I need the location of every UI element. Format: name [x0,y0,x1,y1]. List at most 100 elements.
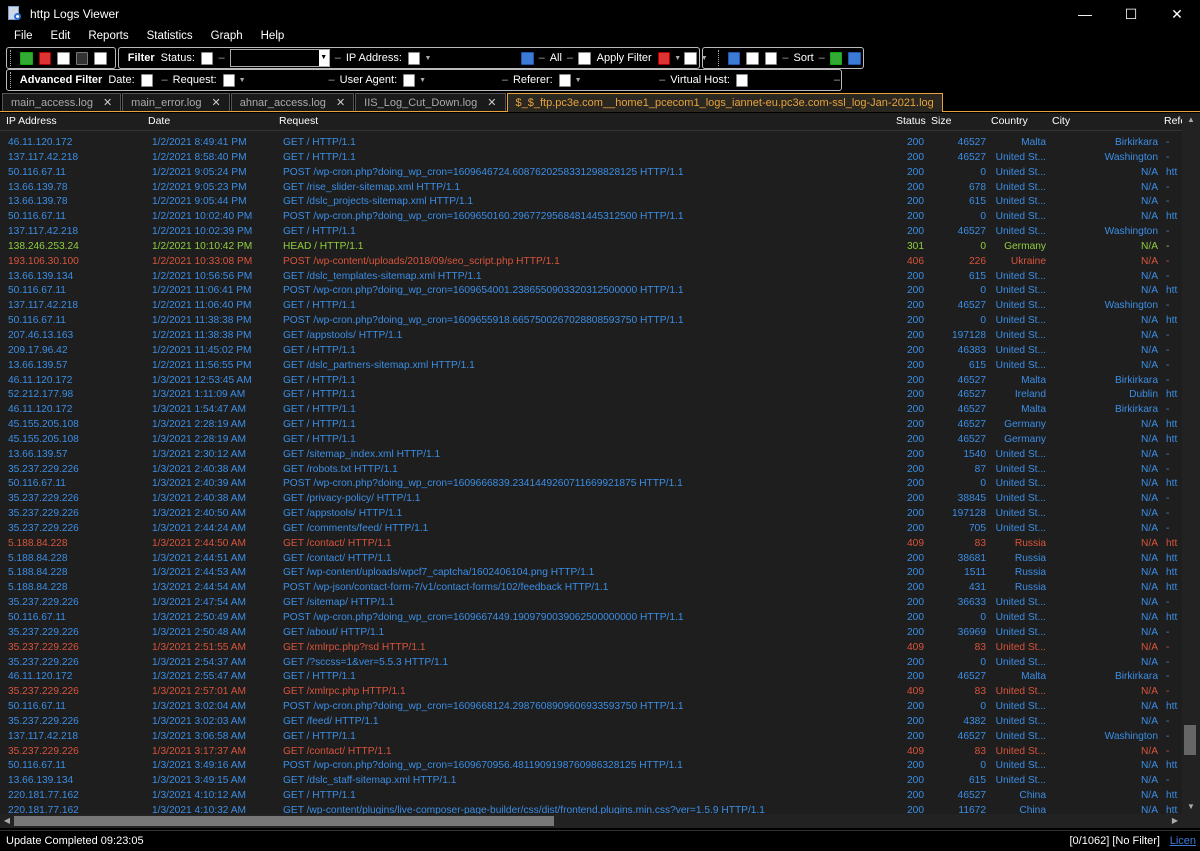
column-header-ip[interactable]: IP Address [6,115,57,127]
menu-reports[interactable]: Reports [88,30,128,46]
sort-descending-icon[interactable] [848,51,861,65]
table-row[interactable]: 50.116.67.11 1/2/2021 11:38:38 PM POST /wp… [0,314,1182,329]
horizontal-scroll-thumb[interactable] [14,816,554,826]
document-icon[interactable] [764,51,778,65]
table-row[interactable]: 13.66.139.134 1/2/2021 10:56:56 PM GET /ds… [0,270,1182,285]
table-row[interactable]: 46.11.120.172 1/3/2021 1:54:47 AM GET / HT… [0,403,1182,418]
table-row[interactable]: 137.117.42.218 1/2/2021 10:02:39 PM GET / … [0,225,1182,240]
table-row[interactable]: 137.117.42.218 1/3/2021 3:06:58 AM GET / H… [0,730,1182,745]
refresh-icon[interactable] [727,51,741,65]
horizontal-scrollbar[interactable]: ◀ ▶ [0,814,1182,828]
table-row[interactable]: 13.66.139.78 1/2/2021 9:05:44 PM GET /dslc… [0,195,1182,210]
vertical-scrollbar[interactable]: ▲ ▼ [1182,113,1200,814]
scroll-down-icon[interactable]: ▼ [1182,800,1200,814]
ip-filter-checkbox[interactable] [407,51,421,65]
table-row[interactable]: 137.117.42.218 1/2/2021 8:58:40 PM GET / H… [0,151,1182,166]
table-row[interactable]: 207.46.13.163 1/2/2021 11:38:38 PM GET /ap… [0,329,1182,344]
status-filter-checkbox[interactable] [200,51,214,65]
calendar-icon[interactable] [521,51,534,65]
table-row[interactable]: 13.66.139.134 1/3/2021 3:49:15 AM GET /dsl… [0,774,1182,789]
table-row[interactable]: 35.237.229.226 1/3/2021 3:17:37 AM GET /co… [0,745,1182,760]
toolbar-grip-2[interactable] [117,50,121,66]
table-row[interactable]: 50.116.67.11 1/3/2021 3:02:04 AM POST /wp-… [0,700,1182,715]
toolbar-grip-3[interactable] [717,50,721,66]
table-row[interactable]: 35.237.229.226 1/3/2021 2:51:55 AM GET /xm… [0,641,1182,656]
open-file-icon[interactable] [19,51,33,65]
table-row[interactable]: 220.181.77.162 1/3/2021 4:10:12 AM GET / H… [0,789,1182,804]
table-row[interactable]: 35.237.229.226 1/3/2021 2:47:54 AM GET /si… [0,596,1182,611]
table-row[interactable]: 13.66.139.57 1/3/2021 2:30:12 AM GET /site… [0,448,1182,463]
table-row[interactable]: 35.237.229.226 1/3/2021 3:02:03 AM GET /fe… [0,715,1182,730]
table-row[interactable]: 50.116.67.11 1/3/2021 2:50:49 AM POST /wp-… [0,611,1182,626]
close-button[interactable]: ✕ [1154,0,1200,28]
menu-statistics[interactable]: Statistics [147,30,193,46]
table-row[interactable]: 5.188.84.228 1/3/2021 2:44:53 AM GET /wp-c… [0,566,1182,581]
table-row[interactable]: 13.66.139.78 1/2/2021 9:05:23 PM GET /rise… [0,181,1182,196]
table-row[interactable]: 137.117.42.218 1/2/2021 11:06:40 PM GET / … [0,299,1182,314]
close-icon[interactable]: ✕ [487,96,496,109]
tab-ahnar-access[interactable]: ahnar_access.log ✕ [230,93,355,111]
table-row[interactable]: 5.188.84.228 1/3/2021 2:44:51 AM GET /cont… [0,552,1182,567]
menu-help[interactable]: Help [261,30,285,46]
vertical-scroll-thumb[interactable] [1184,725,1196,755]
table-row[interactable]: 46.11.120.172 1/3/2021 2:55:47 AM GET / HT… [0,670,1182,685]
toolbar-grip[interactable] [10,50,13,66]
table-row[interactable]: 5.188.84.228 1/3/2021 2:44:54 AM POST /wp-… [0,581,1182,596]
pdf-export-icon[interactable] [38,51,52,65]
column-header-date[interactable]: Date [148,115,170,127]
menu-file[interactable]: File [14,30,33,46]
table-row[interactable]: 46.11.120.172 1/2/2021 8:49:41 PM GET / HT… [0,136,1182,151]
license-link[interactable]: Licen [1170,835,1196,847]
vhost-filter-checkbox[interactable] [735,73,748,87]
column-header-country[interactable]: Country [991,115,1028,127]
scroll-up-icon[interactable]: ▲ [1182,113,1200,127]
table-row[interactable]: 35.237.229.226 1/3/2021 2:44:24 AM GET /co… [0,522,1182,537]
scroll-right-icon[interactable]: ▶ [1168,814,1182,828]
close-icon[interactable]: ✕ [336,96,345,109]
table-row[interactable]: 35.237.229.226 1/3/2021 2:50:48 AM GET /ab… [0,626,1182,641]
menu-edit[interactable]: Edit [51,30,71,46]
table-row[interactable]: 50.116.67.11 1/2/2021 11:06:41 PM POST /wp… [0,284,1182,299]
table-row[interactable]: 50.116.67.11 1/3/2021 3:49:16 AM POST /wp-… [0,759,1182,774]
apply-filter-icon[interactable] [578,51,591,65]
table-row[interactable]: 45.155.205.108 1/3/2021 2:28:19 AM GET / H… [0,433,1182,448]
useragent-filter-checkbox[interactable] [403,73,416,87]
column-header-request[interactable]: Request [279,115,318,127]
table-row[interactable]: 50.116.67.11 1/3/2021 2:40:39 AM POST /wp-… [0,477,1182,492]
request-filter-checkbox[interactable] [222,73,235,87]
sort-label[interactable]: Sort [793,52,813,64]
table-row[interactable]: 35.237.229.226 1/3/2021 2:54:37 AM GET /?s… [0,656,1182,671]
clear-filter-icon[interactable] [657,51,671,65]
table-row[interactable]: 35.237.229.226 1/3/2021 2:57:01 AM GET /xm… [0,685,1182,700]
table-row[interactable]: 138.246.253.24 1/2/2021 10:10:42 PM HEAD /… [0,240,1182,255]
table-row[interactable]: 52.212.177.98 1/3/2021 1:11:09 AM GET / HT… [0,388,1182,403]
column-header-referer[interactable]: Refe [1164,115,1182,127]
tab-iis-log[interactable]: IIS_Log_Cut_Down.log ✕ [355,93,506,111]
close-icon[interactable]: ✕ [211,96,220,109]
table-row[interactable]: 45.155.205.108 1/3/2021 2:28:19 AM GET / H… [0,418,1182,433]
tab-main-error[interactable]: main_error.log ✕ [122,93,230,111]
table-row[interactable]: 220.181.77.162 1/3/2021 4:10:32 AM GET /wp… [0,804,1182,814]
minimize-button[interactable]: — [1062,0,1108,28]
scroll-left-icon[interactable]: ◀ [0,814,14,828]
table-row[interactable]: 193.106.30.100 1/2/2021 10:33:08 PM POST /… [0,255,1182,270]
wand-icon[interactable] [75,51,89,65]
table-row[interactable]: 50.116.67.11 1/2/2021 9:05:24 PM POST /wp-… [0,166,1182,181]
date-filter-checkbox[interactable] [140,73,153,87]
tab-main-access[interactable]: main_access.log ✕ [2,93,122,111]
tab-ftp-ssl-log[interactable]: $_$_ftp.pc3e.com__home1_pcecom1_logs_ian… [506,93,943,112]
autoscroll-icon[interactable] [746,51,759,65]
column-header-city[interactable]: City [1052,115,1070,127]
all-filter-label[interactable]: All [550,52,562,64]
print-icon[interactable] [57,51,70,65]
table-row[interactable]: 5.188.84.228 1/3/2021 2:44:50 AM GET /cont… [0,537,1182,552]
column-header-status[interactable]: Status [896,115,926,127]
sort-ascending-icon[interactable] [829,51,843,65]
table-row[interactable]: 46.11.120.172 1/3/2021 12:53:45 AM GET / H… [0,374,1182,389]
table-row[interactable]: 35.237.229.226 1/3/2021 2:40:50 AM GET /ap… [0,507,1182,522]
status-filter-combo[interactable]: ▼ [229,49,330,67]
table-row[interactable]: 50.116.67.11 1/2/2021 10:02:40 PM POST /wp… [0,210,1182,225]
apply-filter-button[interactable]: Apply Filter [597,52,652,64]
filter-funnel-icon[interactable] [684,51,697,65]
table-row[interactable]: 35.237.229.226 1/3/2021 2:40:38 AM GET /pr… [0,492,1182,507]
